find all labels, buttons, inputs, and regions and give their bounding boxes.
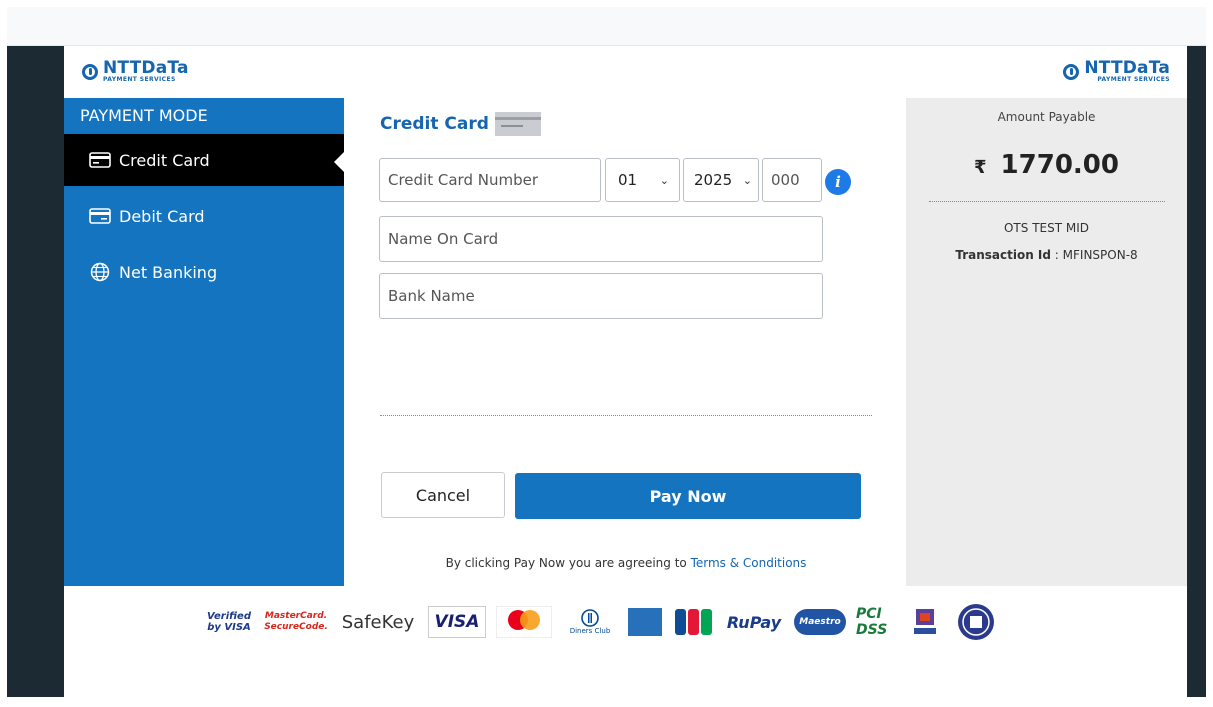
name-on-card-field[interactable]	[379, 216, 823, 262]
cvv-input[interactable]	[763, 159, 821, 201]
ntt-data-logo-mark-icon	[82, 63, 98, 80]
card-image-icon	[494, 112, 541, 136]
card-number-input[interactable]	[380, 159, 600, 201]
sidebar-item-label: Debit Card	[119, 206, 205, 226]
merchant-name: OTS TEST MID	[1003, 221, 1089, 235]
amount-value: 1770.00	[1000, 150, 1119, 180]
bank-name-field[interactable]	[379, 273, 823, 319]
pay-now-button[interactable]: Pay Now	[515, 473, 861, 519]
visa-logo: VISA	[428, 606, 486, 638]
cancel-button[interactable]: Cancel	[381, 472, 505, 518]
amex-safekey-logo: SafeKey	[341, 611, 415, 633]
diners-mark-icon	[581, 609, 599, 627]
bank-name-input[interactable]	[380, 274, 822, 318]
name-on-card-input[interactable]	[380, 217, 822, 261]
payment-page: NTTDaTa PAYMENT SERVICES NTTDaTa PAYMENT…	[64, 46, 1187, 697]
globe-icon	[89, 262, 111, 282]
transaction-id-label: Transaction Id	[955, 248, 1051, 262]
payment-mode-sidebar: PAYMENT MODE Credit Card Debit Card Net …	[64, 98, 344, 586]
sidebar-item-debit-card[interactable]: Debit Card	[64, 190, 344, 242]
payment-badges-row: Verified by VISA MasterCard. SecureCode.…	[204, 602, 1006, 642]
american-express-logo	[628, 608, 662, 636]
orc-logo	[912, 606, 938, 638]
terms-link[interactable]: Terms & Conditions	[691, 556, 807, 570]
browser-top-bar	[7, 7, 1206, 46]
rupee-icon: ₹	[974, 157, 987, 178]
credit-card-icon	[89, 152, 111, 168]
sidebar-item-credit-card[interactable]: Credit Card	[64, 134, 344, 186]
sidebar-item-net-banking[interactable]: Net Banking	[64, 246, 344, 298]
transaction-id: Transaction Id : MFINSPON-8	[906, 248, 1187, 262]
info-icon[interactable]: i	[825, 169, 851, 195]
sidebar-title: PAYMENT MODE	[80, 106, 208, 125]
chevron-down-icon: ⌄	[659, 173, 669, 187]
order-summary-panel: Amount Payable ₹1770.00 OTS TEST MID Tra…	[906, 98, 1187, 586]
sidebar-item-label: Credit Card	[119, 150, 210, 170]
card-number-field[interactable]	[379, 158, 601, 202]
pci-dss-logo: PCI DSS	[856, 606, 888, 638]
ntt-data-logo: NTTDaTa PAYMENT SERVICES	[82, 60, 189, 83]
debit-card-icon	[89, 208, 111, 224]
mastercard-logo	[496, 606, 552, 638]
form-divider	[380, 415, 872, 416]
form-title: Credit Card	[380, 112, 541, 136]
summary-divider	[929, 201, 1165, 202]
cvv-field[interactable]	[762, 158, 822, 202]
expiry-year-value: 2025	[694, 171, 733, 189]
ntt-data-logo-mark-icon	[1063, 63, 1080, 80]
transaction-id-value: : MFINSPON-8	[1050, 248, 1138, 262]
maestro-logo: Maestro	[794, 609, 846, 635]
sidebar-item-label: Net Banking	[119, 262, 218, 282]
verified-visa-text: Verified by VISA	[207, 611, 251, 633]
logo-word: NTTDaTa	[1084, 58, 1170, 78]
chevron-down-icon: ⌄	[742, 173, 752, 187]
amount-display: ₹1770.00	[906, 150, 1187, 180]
jcb-logo	[674, 606, 714, 638]
terms-text: By clicking Pay Now you are agreeing to …	[380, 556, 872, 570]
expiry-month-value: 01	[618, 171, 638, 189]
logo-tagline: PAYMENT SERVICES	[1097, 76, 1170, 83]
on-the-list-seal-icon	[956, 604, 996, 640]
diners-text: Diners Club	[569, 627, 611, 635]
diners-club-logo: Diners Club	[562, 606, 618, 638]
mastercard-securecode-logo: MasterCard. SecureCode.	[264, 611, 328, 632]
logo-word: NTTDaTa	[103, 58, 189, 78]
expiry-year-select[interactable]: 2025 ⌄	[683, 158, 759, 202]
terms-prefix: By clicking Pay Now you are agreeing to	[445, 556, 691, 570]
expiry-month-select[interactable]: 01 ⌄	[605, 158, 680, 202]
amount-label: Amount Payable	[997, 110, 1096, 124]
verified-by-visa-logo: Verified by VISA	[204, 606, 254, 638]
form-title-text: Credit Card	[380, 114, 489, 134]
ntt-data-logo-right: NTTDaTa PAYMENT SERVICES	[1063, 60, 1170, 83]
rupay-logo: RuPay	[726, 612, 782, 632]
